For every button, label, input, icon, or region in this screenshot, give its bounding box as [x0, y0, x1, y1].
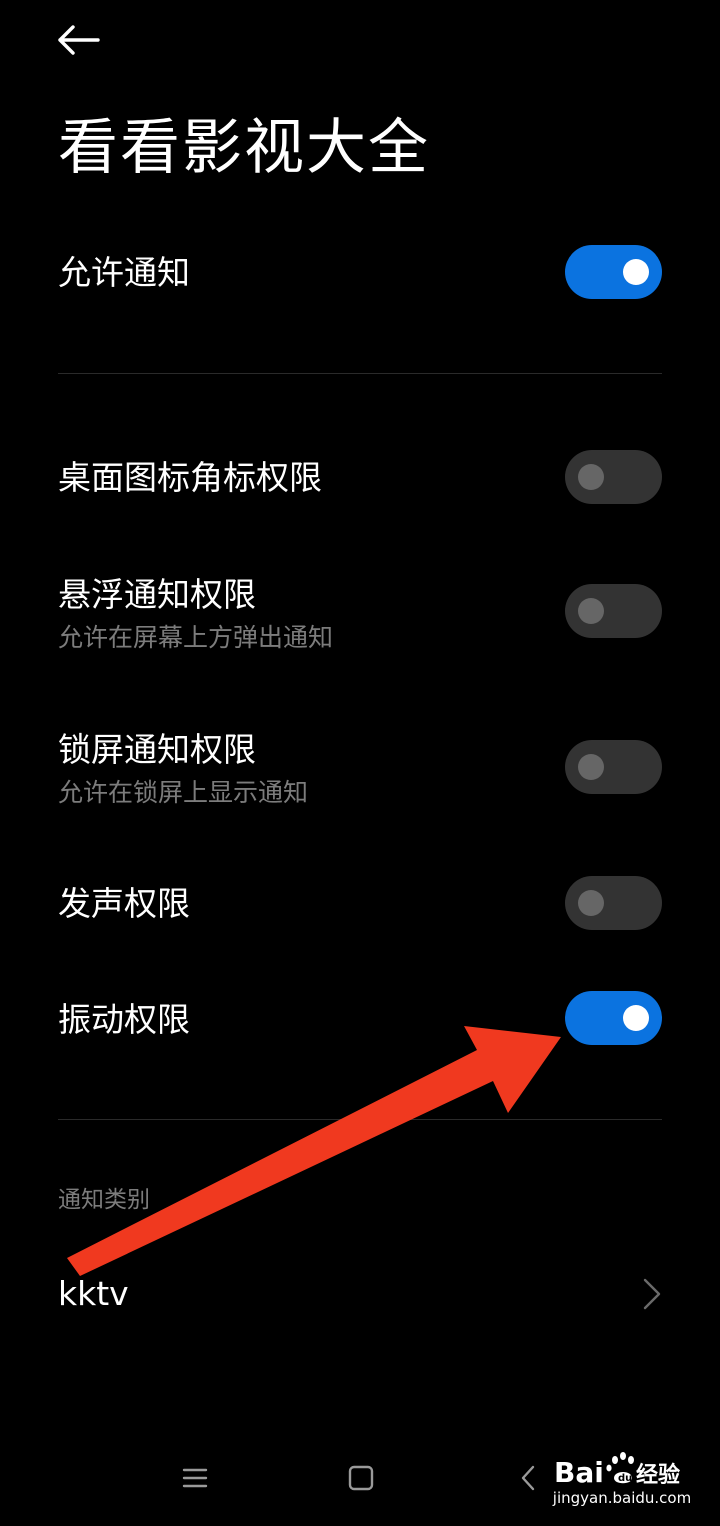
lockscreen-notification-subtitle: 允许在锁屏上显示通知: [58, 778, 309, 807]
badge-permission-row[interactable]: 桌面图标角标权限: [0, 440, 720, 516]
baidu-logo-icon: Bai du 经验: [554, 1452, 680, 1489]
floating-notification-row[interactable]: 悬浮通知权限 允许在屏幕上方弹出通知: [0, 565, 720, 665]
categories-header: 通知类别: [58, 1187, 150, 1213]
page-title: 看看影视大全: [58, 113, 430, 183]
system-back-button[interactable]: [506, 1458, 550, 1498]
watermark-url: jingyan.baidu.com: [552, 1489, 692, 1507]
back-button[interactable]: [56, 18, 112, 62]
sound-permission-toggle[interactable]: [565, 876, 662, 930]
floating-notification-label: 悬浮通知权限: [58, 575, 256, 614]
divider: [58, 373, 662, 374]
divider: [58, 1119, 662, 1120]
category-item-kktv[interactable]: kktv: [0, 1256, 720, 1332]
vibration-permission-row[interactable]: 振动权限: [0, 980, 720, 1056]
toggle-knob: [578, 598, 604, 624]
floating-notification-subtitle: 允许在屏幕上方弹出通知: [58, 623, 334, 652]
vibration-permission-toggle[interactable]: [565, 991, 662, 1045]
category-label: kktv: [58, 1274, 129, 1313]
square-home-icon: [348, 1465, 374, 1491]
baidu-jingyan-watermark: Bai du 经验 jingyan.baidu.com: [552, 1448, 692, 1514]
chevron-right-icon: [643, 1278, 661, 1310]
floating-notification-toggle[interactable]: [565, 584, 662, 638]
toggle-knob: [578, 890, 604, 916]
lockscreen-notification-row[interactable]: 锁屏通知权限 允许在锁屏上显示通知: [0, 722, 720, 822]
home-button[interactable]: [339, 1458, 383, 1498]
arrow-left-icon: [58, 25, 100, 55]
toggle-knob: [578, 754, 604, 780]
vibration-permission-label: 振动权限: [58, 1000, 190, 1039]
toggle-knob: [578, 464, 604, 490]
back-triangle-icon: [521, 1465, 535, 1491]
sound-permission-label: 发声权限: [58, 884, 190, 923]
toggle-knob: [623, 259, 649, 285]
badge-permission-label: 桌面图标角标权限: [58, 458, 322, 497]
menu-icon: [182, 1468, 208, 1488]
svg-text:du: du: [618, 1473, 632, 1484]
allow-notifications-row[interactable]: 允许通知: [0, 230, 720, 316]
lockscreen-notification-toggle[interactable]: [565, 740, 662, 794]
toggle-knob: [623, 1005, 649, 1031]
sound-permission-row[interactable]: 发声权限: [0, 866, 720, 942]
allow-notifications-label: 允许通知: [58, 253, 190, 292]
svg-text:经验: 经验: [636, 1462, 680, 1488]
badge-permission-toggle[interactable]: [565, 450, 662, 504]
svg-text:Bai: Bai: [554, 1456, 604, 1489]
lockscreen-notification-label: 锁屏通知权限: [58, 730, 256, 769]
allow-notifications-toggle[interactable]: [565, 245, 662, 299]
menu-button[interactable]: [173, 1458, 217, 1498]
